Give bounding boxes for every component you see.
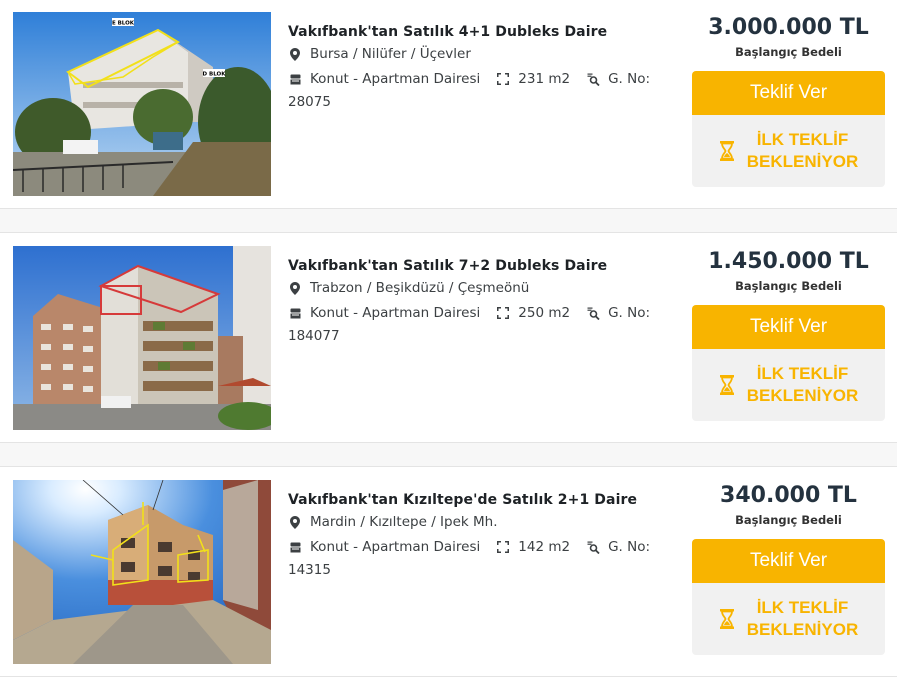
listing-location-row: Mardin / Kızıltepe / Ipek Mh. — [288, 512, 668, 532]
status-line-1: İLK TEKLİF — [756, 130, 849, 149]
listing-type: Konut - Apartman Dairesi — [310, 539, 481, 555]
building-icon — [288, 306, 302, 320]
listing-info: Vakıfbank'tan Satılık 7+2 Dubleks Daire … — [288, 256, 668, 346]
svg-text:E BLOK: E BLOK — [112, 21, 135, 27]
card-gap — [0, 209, 897, 232]
listing-price: 340.000 TL — [720, 483, 857, 508]
area-expand-icon — [496, 72, 510, 86]
listing-type: Konut - Apartman Dairesi — [310, 305, 481, 321]
bid-button[interactable]: Teklif Ver — [692, 539, 885, 583]
listing-gno-label: G. No: — [608, 71, 651, 87]
listing-location-row: Bursa / Nilüfer / Üçevler — [288, 44, 668, 64]
listing-price-box: 340.000 TL Başlangıç Bedeli Teklif Ver İ… — [692, 480, 885, 655]
listing-type: Konut - Apartman Dairesi — [310, 71, 481, 87]
status-text: İLK TEKLİF BEKLENİYOR — [747, 363, 858, 407]
listing-area: 250 m2 — [518, 305, 571, 321]
listing-card[interactable]: Vakıfbank'tan Satılık 7+2 Dubleks Daire … — [0, 234, 897, 442]
listing-photo[interactable] — [13, 246, 271, 430]
listing-location-row: Trabzon / Beşikdüzü / Çeşmeönü — [288, 278, 668, 298]
status-line-2: BEKLENİYOR — [746, 152, 859, 171]
search-document-icon — [586, 306, 600, 320]
building-icon — [288, 540, 302, 554]
listing-price-box: 1.450.000 TL Başlangıç Bedeli Teklif Ver… — [692, 246, 885, 421]
building-icon — [288, 72, 302, 86]
area-expand-icon — [496, 540, 510, 554]
status-text: İLK TEKLİF BEKLENİYOR — [747, 597, 858, 641]
search-document-icon — [586, 540, 600, 554]
map-pin-icon — [288, 47, 302, 61]
listing-photo-image — [13, 480, 271, 664]
bid-button[interactable]: Teklif Ver — [692, 71, 885, 115]
search-document-icon — [586, 72, 600, 86]
listing-info: Vakıfbank'tan Kızıltepe'de Satılık 2+1 D… — [288, 490, 668, 580]
listing-price: 3.000.000 TL — [708, 15, 869, 40]
listing-photo[interactable] — [13, 480, 271, 664]
hourglass-icon — [719, 609, 734, 629]
listing-list: E BLOK D BLOK Vakıfbank'tan Satılık 4+1 … — [0, 0, 897, 680]
listing-photo-image — [13, 246, 271, 430]
status-line-2: BEKLENİYOR — [746, 620, 859, 639]
listing-meta-row: Konut - Apartman Dairesi 142 m2 G. No: — [288, 537, 668, 557]
status-badge: İLK TEKLİF BEKLENİYOR — [692, 349, 885, 421]
listing-card[interactable]: Vakıfbank'tan Kızıltepe'de Satılık 2+1 D… — [0, 468, 897, 676]
hourglass-icon — [719, 375, 734, 395]
map-pin-icon — [288, 281, 302, 295]
listing-title[interactable]: Vakıfbank'tan Satılık 7+2 Dubleks Daire — [288, 256, 668, 276]
status-line-1: İLK TEKLİF — [756, 598, 849, 617]
status-text: İLK TEKLİF BEKLENİYOR — [747, 129, 858, 173]
listing-card[interactable]: E BLOK D BLOK Vakıfbank'tan Satılık 4+1 … — [0, 0, 897, 208]
listing-location: Bursa / Nilüfer / Üçevler — [310, 46, 471, 62]
listing-gno-value: 28075 — [288, 94, 331, 110]
svg-text:D BLOK: D BLOK — [203, 72, 227, 78]
area-expand-icon — [496, 306, 510, 320]
listing-title[interactable]: Vakıfbank'tan Satılık 4+1 Dubleks Daire — [288, 22, 668, 42]
listing-price: 1.450.000 TL — [708, 249, 869, 274]
listing-gno-label: G. No: — [608, 539, 651, 555]
card-divider — [0, 232, 897, 233]
listing-gno-value: 14315 — [288, 562, 331, 578]
status-line-1: İLK TEKLİF — [756, 364, 849, 383]
listing-meta-row: Konut - Apartman Dairesi 250 m2 G. No: — [288, 303, 668, 323]
card-gap — [0, 443, 897, 466]
listing-title[interactable]: Vakıfbank'tan Kızıltepe'de Satılık 2+1 D… — [288, 490, 668, 510]
listing-price-label: Başlangıç Bedeli — [735, 513, 842, 527]
hourglass-icon — [719, 141, 734, 161]
map-pin-icon — [288, 515, 302, 529]
listing-gno-value: 184077 — [288, 328, 340, 344]
status-badge: İLK TEKLİF BEKLENİYOR — [692, 115, 885, 187]
status-line-2: BEKLENİYOR — [746, 386, 859, 405]
listing-price-label: Başlangıç Bedeli — [735, 279, 842, 293]
bid-button[interactable]: Teklif Ver — [692, 305, 885, 349]
listing-meta-row: Konut - Apartman Dairesi 231 m2 G. No: — [288, 69, 668, 89]
listing-price-box: 3.000.000 TL Başlangıç Bedeli Teklif Ver… — [692, 12, 885, 187]
status-badge: İLK TEKLİF BEKLENİYOR — [692, 583, 885, 655]
card-divider — [0, 676, 897, 677]
listing-area: 142 m2 — [518, 539, 571, 555]
listing-photo-image: E BLOK D BLOK — [13, 12, 271, 196]
listing-price-label: Başlangıç Bedeli — [735, 45, 842, 59]
listing-location: Trabzon / Beşikdüzü / Çeşmeönü — [310, 280, 530, 296]
listing-area: 231 m2 — [518, 71, 571, 87]
listing-gno-label: G. No: — [608, 305, 651, 321]
listing-photo[interactable]: E BLOK D BLOK — [13, 12, 271, 196]
listing-location: Mardin / Kızıltepe / Ipek Mh. — [310, 514, 498, 530]
card-divider — [0, 466, 897, 467]
listing-info: Vakıfbank'tan Satılık 4+1 Dubleks Daire … — [288, 22, 668, 112]
